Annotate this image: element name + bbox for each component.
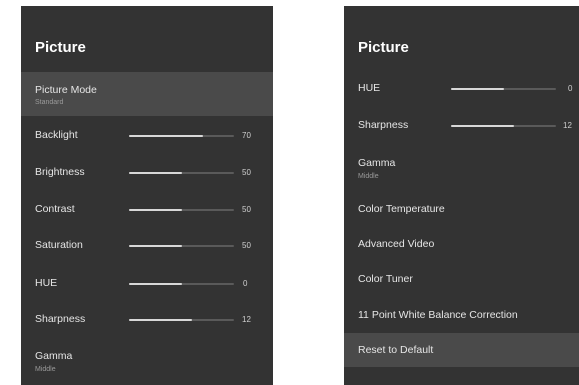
panel-title: Picture <box>358 39 409 56</box>
menu-item-hue[interactable]: HUE 0 <box>344 70 579 106</box>
menu-item-gamma[interactable]: Gamma Middle <box>344 148 579 190</box>
menu-item-label: HUE <box>35 277 58 289</box>
menu-item-label: Picture Mode <box>35 84 97 96</box>
slider-track[interactable] <box>129 135 234 137</box>
slider-fill <box>129 283 182 285</box>
slider-fill <box>129 319 192 321</box>
menu-item-sharpness[interactable]: Sharpness 12 <box>21 302 273 338</box>
menu-item-label: Brightness <box>35 166 85 178</box>
menu-item-backlight[interactable]: Backlight 70 <box>21 118 273 154</box>
slider-track[interactable] <box>451 88 556 90</box>
slider-value: 70 <box>242 131 251 140</box>
slider-track[interactable] <box>129 245 234 247</box>
menu-item-label: Contrast <box>35 203 75 215</box>
menu-item-label: Advanced Video <box>358 238 435 250</box>
slider-fill <box>129 245 182 247</box>
menu-item-hue[interactable]: HUE 0 <box>21 266 273 302</box>
slider-value: 0 <box>568 84 573 93</box>
picture-menu-left: Picture Picture Mode Standard Backlight … <box>21 6 273 385</box>
menu-item-sharpness[interactable]: Sharpness 12 <box>344 107 579 143</box>
slider-value: 12 <box>242 315 251 324</box>
slider-value: 50 <box>242 241 251 250</box>
menu-item-brightness[interactable]: Brightness 50 <box>21 155 273 191</box>
slider-track[interactable] <box>451 125 556 127</box>
slider-fill <box>129 209 182 211</box>
menu-item-label: 11 Point White Balance Correction <box>358 309 518 321</box>
slider-track[interactable] <box>129 172 234 174</box>
slider-fill <box>129 135 203 137</box>
menu-item-label: Gamma <box>358 157 396 169</box>
slider-track[interactable] <box>129 319 234 321</box>
menu-item-label: HUE <box>358 82 381 94</box>
menu-item-saturation[interactable]: Saturation 50 <box>21 228 273 264</box>
menu-item-sub: Standard <box>35 99 64 106</box>
panel-title: Picture <box>35 39 86 56</box>
slider-track[interactable] <box>129 283 234 285</box>
slider-fill <box>129 172 182 174</box>
menu-item-advanced-video[interactable]: Advanced Video <box>344 227 579 261</box>
menu-item-label: Sharpness <box>358 119 409 131</box>
menu-item-label: Saturation <box>35 239 83 251</box>
picture-menu-right: Picture HUE 0 Sharpness 12 Gamma Middle … <box>344 6 579 385</box>
slider-value: 50 <box>242 205 251 214</box>
slider-fill <box>451 125 514 127</box>
menu-item-picture-mode[interactable]: Picture Mode Standard <box>21 72 273 116</box>
menu-item-label: Sharpness <box>35 313 86 325</box>
menu-item-label: Gamma <box>35 350 73 362</box>
menu-item-contrast[interactable]: Contrast 50 <box>21 192 273 228</box>
menu-item-color-tuner[interactable]: Color Tuner <box>344 262 579 296</box>
slider-value: 12 <box>563 121 572 130</box>
menu-item-label: Reset to Default <box>358 344 434 356</box>
slider-track[interactable] <box>129 209 234 211</box>
menu-item-sub: Middle <box>35 366 56 373</box>
menu-item-white-balance-correction[interactable]: 11 Point White Balance Correction <box>344 297 579 331</box>
menu-item-reset-to-default[interactable]: Reset to Default <box>344 333 579 367</box>
menu-item-label: Color Tuner <box>358 273 413 285</box>
slider-fill <box>451 88 504 90</box>
menu-item-label: Backlight <box>35 129 78 141</box>
menu-item-sub: Middle <box>358 173 379 180</box>
menu-item-label: Color Temperature <box>358 203 445 215</box>
slider-value: 50 <box>242 168 251 177</box>
menu-item-color-temperature[interactable]: Color Temperature <box>344 192 579 226</box>
slider-value: 0 <box>243 279 248 288</box>
menu-item-gamma[interactable]: Gamma Middle <box>21 342 273 384</box>
